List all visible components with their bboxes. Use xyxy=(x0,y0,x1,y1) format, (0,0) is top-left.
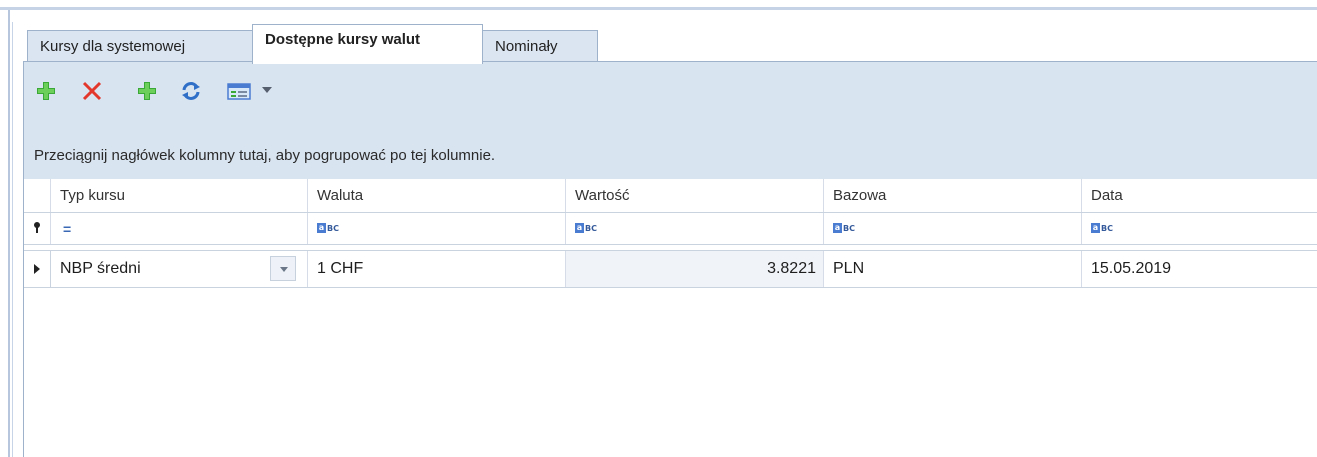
text-filter-icon: a BC xyxy=(833,223,855,233)
equals-operator-icon: = xyxy=(63,221,72,237)
column-header-bazowa[interactable]: Bazowa xyxy=(824,179,1082,212)
view-icon xyxy=(227,83,251,100)
refresh-icon xyxy=(182,82,200,100)
delete-icon xyxy=(82,81,102,101)
row-indicator xyxy=(24,251,51,287)
window-left-border xyxy=(8,10,10,457)
text-filter-icon: a BC xyxy=(575,223,597,233)
tab-kursy-dla-systemowej[interactable]: Kursy dla systemowej xyxy=(27,30,253,62)
typ-kursu-dropdown-button[interactable] xyxy=(270,256,296,281)
add-button[interactable] xyxy=(35,80,57,102)
view-options-button[interactable] xyxy=(226,80,251,102)
filter-indicator xyxy=(24,213,51,244)
header-indicator xyxy=(24,179,51,212)
delete-button[interactable] xyxy=(81,80,103,102)
filter-cell-wartosc[interactable]: a BC xyxy=(566,213,824,244)
filter-row: = a BC a BC a BC a BC xyxy=(24,213,1317,245)
cell-typ-kursu[interactable]: NBP średni xyxy=(51,251,308,287)
column-header-waluta[interactable]: Waluta xyxy=(308,179,566,212)
refresh-button[interactable] xyxy=(180,80,202,102)
chevron-down-icon xyxy=(262,87,272,93)
typ-kursu-value: NBP średni xyxy=(60,260,141,277)
cell-waluta[interactable]: 1 CHF xyxy=(308,251,566,287)
group-by-panel[interactable]: Przeciągnij nagłówek kolumny tutaj, aby … xyxy=(24,124,1317,180)
text-filter-icon: a BC xyxy=(317,223,339,233)
group-by-hint: Przeciągnij nagłówek kolumny tutaj, aby … xyxy=(34,147,496,164)
text-filter-icon: a BC xyxy=(1091,223,1113,233)
filter-cell-data[interactable]: a BC xyxy=(1082,213,1317,244)
column-header-typ-kursu[interactable]: Typ kursu xyxy=(51,179,308,212)
tab-content-panel: Przeciągnij nagłówek kolumny tutaj, aby … xyxy=(23,61,1317,457)
cell-bazowa[interactable]: PLN xyxy=(824,251,1082,287)
add-icon xyxy=(138,82,156,100)
filter-cell-bazowa[interactable]: a BC xyxy=(824,213,1082,244)
toolbar xyxy=(24,62,1317,125)
add-icon xyxy=(37,82,55,100)
filter-cell-typ-kursu[interactable]: = xyxy=(51,213,308,244)
cell-data[interactable]: 15.05.2019 xyxy=(1082,251,1317,287)
pin-icon xyxy=(34,222,40,233)
window-left-border-inner xyxy=(12,22,13,457)
current-row-arrow-icon xyxy=(34,264,40,274)
add-copy-button[interactable] xyxy=(136,80,158,102)
column-header-wartosc[interactable]: Wartość xyxy=(566,179,824,212)
tab-nominaly[interactable]: Nominały xyxy=(482,30,598,62)
view-options-dropdown[interactable] xyxy=(261,85,273,95)
tab-dostepne-kursy-walut[interactable]: Dostępne kursy walut xyxy=(252,24,483,64)
column-header-data[interactable]: Data xyxy=(1082,179,1317,212)
filter-cell-waluta[interactable]: a BC xyxy=(308,213,566,244)
grid-header: Typ kursu Waluta Wartość Bazowa Data xyxy=(24,179,1317,213)
top-strip xyxy=(0,0,1317,10)
cell-wartosc[interactable]: 3.8221 xyxy=(566,251,824,287)
table-row[interactable]: NBP średni 1 CHF 3.8221 PLN 15.05.2019 xyxy=(24,251,1317,288)
